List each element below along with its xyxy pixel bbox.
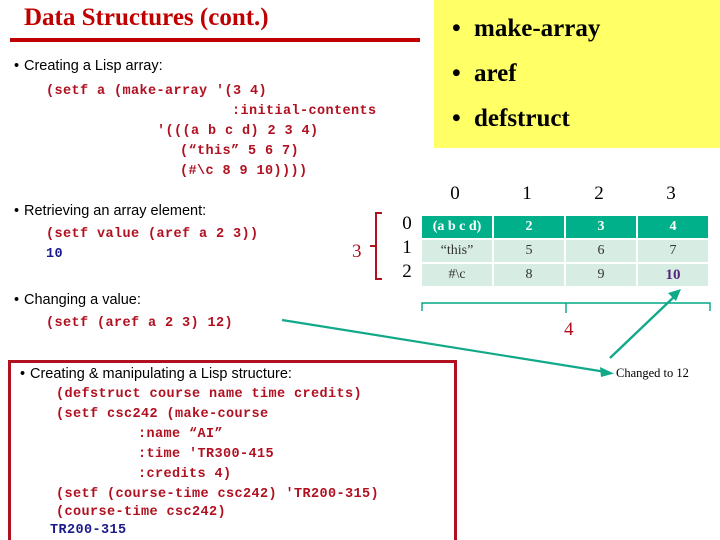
keyword-item-defstruct: • defstruct bbox=[452, 96, 720, 141]
changed-to-12-annotation: Changed to 12 bbox=[616, 366, 689, 380]
change-arrow-head-icon bbox=[600, 367, 614, 377]
code-line-create-2: :initial-contents bbox=[232, 104, 377, 119]
code-line-create-1: (setf a (make-array '(3 4) bbox=[46, 84, 268, 99]
matrix-cell-1-0: “this” bbox=[422, 240, 492, 262]
bullet-dot-icon: • bbox=[452, 105, 461, 132]
table-row: #\c 8 9 10 bbox=[422, 264, 708, 286]
code-line-struct-4: :time 'TR300-415 bbox=[138, 447, 275, 462]
matrix-cell-2-0: #\c bbox=[422, 264, 492, 286]
matrix-col-header-1: 1 bbox=[522, 183, 532, 204]
keyword-list: • make-array • aref • defstruct bbox=[434, 0, 720, 141]
table-row: “this” 5 6 7 bbox=[422, 240, 708, 262]
bullet-creating-array: • Creating a Lisp array: bbox=[14, 58, 163, 74]
bullet-changing: • Changing a value: bbox=[14, 292, 141, 308]
matrix-row-header-2: 2 bbox=[402, 261, 412, 282]
code-line-retrieve: (setf value (aref a 2 3)) bbox=[46, 227, 259, 242]
bullet-structure: • Creating & manipulating a Lisp structur… bbox=[20, 366, 292, 382]
matrix-cell-2-2: 9 bbox=[566, 264, 636, 286]
code-line-change: (setf (aref a 2 3) 12) bbox=[46, 316, 234, 331]
table-row: (a b c d) 2 3 4 bbox=[422, 216, 708, 238]
matrix-cell-1-2: 6 bbox=[566, 240, 636, 262]
matrix-cell-2-1: 8 bbox=[494, 264, 564, 286]
output-struct: TR200-315 bbox=[50, 523, 127, 538]
col-brace-icon bbox=[421, 302, 711, 311]
matrix-row-dimension-label: 3 bbox=[352, 241, 362, 262]
matrix-cell-0-1: 2 bbox=[494, 216, 564, 238]
matrix-cell-0-3: 4 bbox=[638, 216, 708, 238]
matrix-row-header-0: 0 bbox=[402, 213, 412, 234]
code-line-create-3: '(((a b c d) 2 3 4) bbox=[157, 124, 319, 139]
matrix-col-header-3: 3 bbox=[666, 183, 676, 204]
matrix-cell-0-0: (a b c d) bbox=[422, 216, 492, 238]
code-line-create-4: (“this” 5 6 7) bbox=[180, 144, 300, 159]
code-line-struct-7: (course-time csc242) bbox=[56, 505, 227, 520]
matrix-row-header-1: 1 bbox=[402, 237, 412, 258]
array-matrix: (a b c d) 2 3 4 “this” 5 6 7 #\c 8 9 10 bbox=[420, 214, 710, 288]
matrix-cell-2-3-highlighted: 10 bbox=[638, 264, 708, 286]
bullet-dot-icon: • bbox=[14, 58, 20, 74]
matrix-col-header-0: 0 bbox=[450, 183, 460, 204]
matrix-col-dimension-label: 4 bbox=[564, 319, 574, 340]
slide-canvas: Data Structures (cont.) • Creating a Lisp… bbox=[0, 0, 720, 540]
code-line-struct-6: (setf (course-time csc242) 'TR200-315) bbox=[56, 487, 380, 502]
row-brace-icon bbox=[375, 212, 382, 280]
keyword-callout-box: • make-array • aref • defstruct bbox=[434, 0, 720, 148]
cell-pointer-line bbox=[609, 294, 677, 359]
matrix-cell-0-2: 3 bbox=[566, 216, 636, 238]
output-retrieve: 10 bbox=[46, 247, 64, 262]
code-line-struct-2: (setf csc242 (make-course bbox=[56, 407, 269, 422]
matrix-cell-1-1: 5 bbox=[494, 240, 564, 262]
code-line-struct-5: :credits 4) bbox=[138, 467, 232, 482]
title-divider bbox=[10, 38, 420, 42]
array-matrix-table: (a b c d) 2 3 4 “this” 5 6 7 #\c 8 9 10 bbox=[420, 214, 710, 288]
bullet-dot-icon: • bbox=[20, 366, 26, 382]
code-line-struct-3: :name “AI” bbox=[138, 427, 224, 442]
bullet-dot-icon: • bbox=[452, 15, 461, 42]
bullet-dot-icon: • bbox=[452, 60, 461, 87]
code-line-struct-1: (defstruct course name time credits) bbox=[56, 387, 363, 402]
cell-pointer-head-icon bbox=[668, 289, 681, 301]
page-title: Data Structures (cont.) bbox=[24, 4, 269, 31]
bullet-dot-icon: • bbox=[14, 292, 20, 308]
code-line-create-5: (#\c 8 9 10)))) bbox=[180, 164, 308, 179]
matrix-cell-1-3: 7 bbox=[638, 240, 708, 262]
bullet-dot-icon: • bbox=[14, 203, 20, 219]
keyword-item-aref: • aref bbox=[452, 51, 720, 96]
bullet-retrieving: • Retrieving an array element: bbox=[14, 203, 207, 219]
keyword-item-make-array: • make-array bbox=[452, 6, 720, 51]
matrix-col-header-2: 2 bbox=[594, 183, 604, 204]
